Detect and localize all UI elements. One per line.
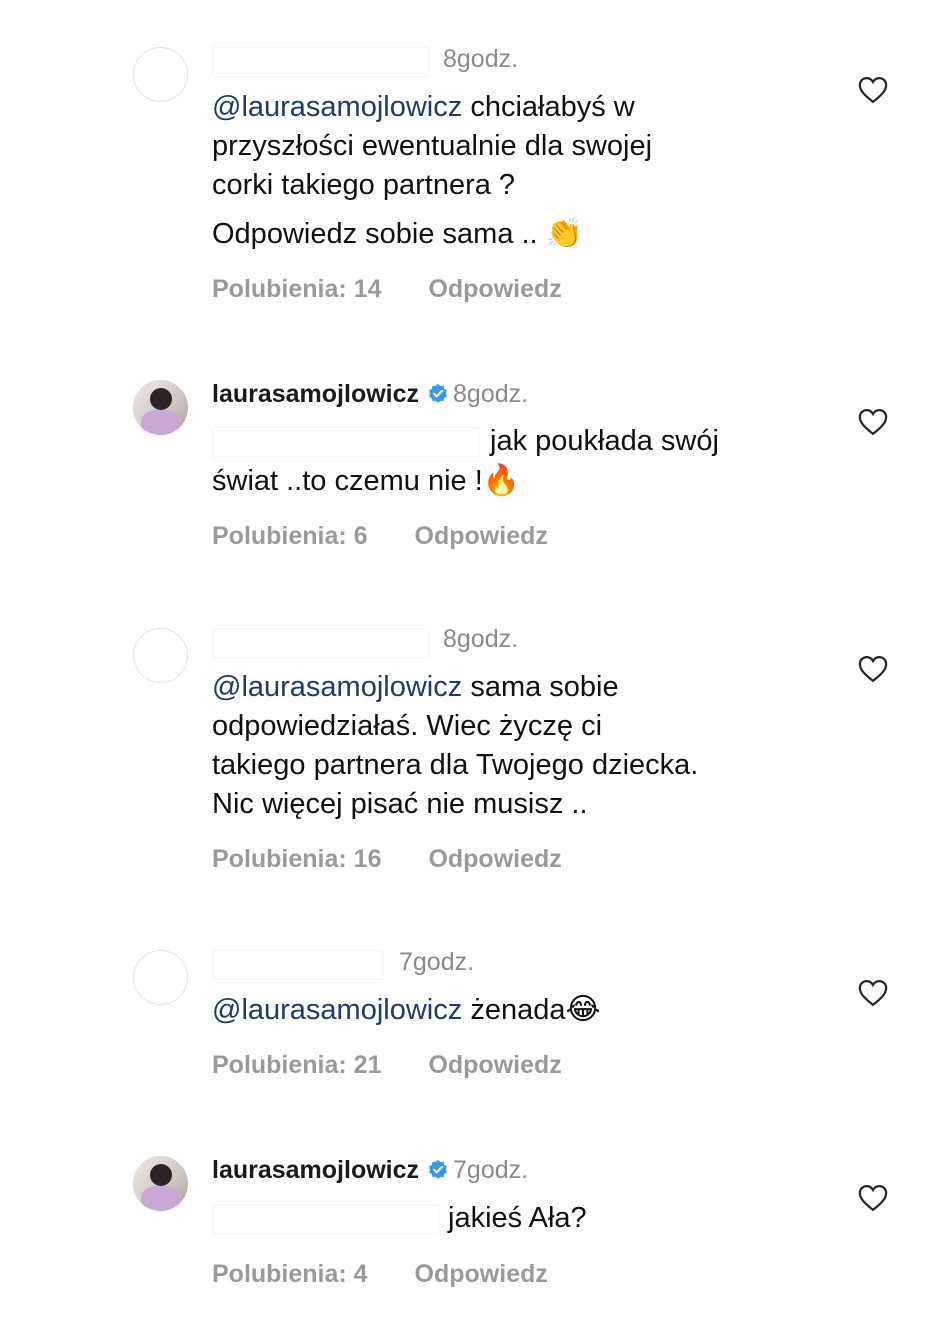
comment-time: 8godz. (443, 625, 519, 653)
comment-text-line: przyszłości ewentualnie dla swojej (212, 130, 653, 162)
verified-badge-icon (429, 1159, 448, 1179)
comment-text: @laurasamojlowicz sama sobie odpowiedzia… (212, 668, 822, 824)
mention-link[interactable]: @laurasamojlowicz (212, 671, 462, 703)
avatar[interactable] (133, 47, 188, 102)
comment-text: jak poukłada swój (212, 422, 822, 461)
heart-outline-icon[interactable] (858, 76, 888, 104)
heart-outline-icon[interactable] (858, 1184, 888, 1212)
heart-outline-icon[interactable] (858, 979, 888, 1007)
comment-text: świat ..to czemu nie !🔥 (212, 461, 822, 501)
comment-header: laurasamojlowicz 7godz. (212, 1156, 528, 1185)
clapping-hands-emoji: 👏 (545, 216, 584, 251)
comment-time: 8godz. (443, 45, 519, 73)
avatar[interactable] (133, 1156, 188, 1211)
likes-count[interactable]: Polubienia: 6 (212, 522, 368, 551)
comment-text: jakieś Ała? (212, 1199, 822, 1238)
comment-text-line: żenada (470, 994, 566, 1026)
reply-button[interactable]: Odpowiedz (415, 1260, 548, 1289)
redacted-username (212, 47, 429, 77)
comment-actions: Polubienia: 16 Odpowiedz (212, 845, 562, 874)
heart-outline-icon[interactable] (858, 655, 888, 683)
comment-text-line: corki takiego partnera ? (212, 169, 516, 201)
likes-count[interactable]: Polubienia: 16 (212, 845, 381, 874)
comment-actions: Polubienia: 4 Odpowiedz (212, 1260, 548, 1289)
comment-text-line: Odpowiedz sobie sama .. (212, 218, 538, 250)
likes-count[interactable]: Polubienia: 4 (212, 1260, 368, 1289)
comment-text-line: jak poukłada swój (490, 425, 719, 457)
comment-time: 8godz. (453, 380, 529, 408)
likes-count[interactable]: Polubienia: 21 (212, 1051, 381, 1080)
avatar-figure-head (150, 388, 172, 410)
mention-link[interactable]: @laurasamojlowicz (212, 91, 462, 123)
avatar-figure-body (141, 410, 181, 435)
redacted-username (212, 950, 384, 980)
reply-button[interactable]: Odpowiedz (415, 522, 548, 551)
comment-time: 7godz. (399, 948, 475, 976)
tears-of-joy-emoji: 😂 (565, 992, 601, 1027)
comment-actions: Polubienia: 21 Odpowiedz (212, 1051, 562, 1080)
mention-link[interactable]: @laurasamojlowicz (212, 994, 462, 1026)
comment-text: @laurasamojlowicz żenada😂 (212, 990, 822, 1030)
comment-time: 7godz. (453, 1156, 529, 1184)
comment-actions: Polubienia: 14 Odpowiedz (212, 275, 562, 304)
avatar-figure-body (141, 1186, 181, 1211)
reply-button[interactable]: Odpowiedz (428, 1051, 561, 1080)
comment-text-line: takiego partnera dla Twojego dziecka. (212, 749, 699, 781)
username-link[interactable]: laurasamojlowicz (212, 1156, 419, 1184)
likes-count[interactable]: Polubienia: 14 (212, 275, 381, 304)
verified-badge-icon (429, 383, 448, 403)
avatar[interactable] (133, 950, 188, 1005)
comment-text: @laurasamojlowicz chciałabyś w przyszłoś… (212, 88, 822, 205)
comment-actions: Polubienia: 6 Odpowiedz (212, 522, 548, 551)
redacted-username (212, 628, 429, 658)
comment-text-line: Nic więcej pisać nie musisz .. (212, 788, 588, 820)
comment-header: laurasamojlowicz 8godz. (212, 380, 528, 409)
reply-button[interactable]: Odpowiedz (428, 275, 561, 304)
comment-text-line: chciałabyś w (470, 91, 635, 123)
avatar[interactable] (133, 380, 188, 435)
comment-text-line: świat ..to czemu nie ! (212, 465, 483, 497)
comment-text-extra: Odpowiedz sobie sama .. 👏 (212, 214, 822, 254)
fire-emoji: 🔥 (482, 463, 521, 498)
username-link[interactable]: laurasamojlowicz (212, 380, 419, 408)
comment-text-line: sama sobie (470, 671, 619, 703)
reply-button[interactable]: Odpowiedz (428, 845, 561, 874)
heart-outline-icon[interactable] (858, 408, 888, 436)
comment-text-line: jakieś Ała? (448, 1202, 587, 1234)
comment-text-line: odpowiedziałaś. Wiec życzę ci (212, 710, 603, 742)
avatar[interactable] (133, 628, 188, 683)
avatar-figure-head (150, 1164, 172, 1186)
